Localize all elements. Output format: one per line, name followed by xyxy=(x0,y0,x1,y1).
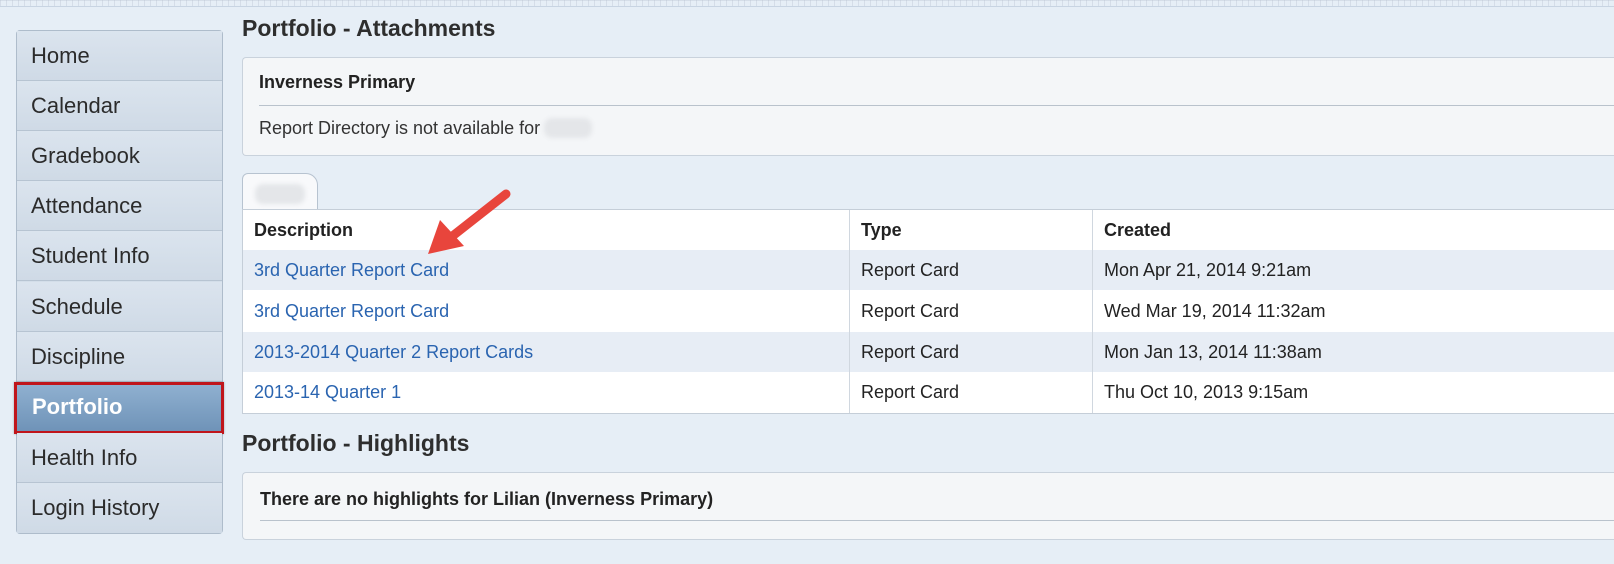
sidebar-nav: Home Calendar Gradebook Attendance Stude… xyxy=(14,30,224,534)
column-header-created: Created xyxy=(1104,220,1172,240)
table-row: 3rd Quarter Report Card Report Card Wed … xyxy=(243,291,1614,331)
attachment-link[interactable]: 2013-2014 Quarter 2 Report Cards xyxy=(254,332,848,372)
redacted-tab-label xyxy=(255,184,305,204)
attachment-created: Thu Oct 10, 2013 9:15am xyxy=(1104,382,1309,402)
attachment-created: Mon Jan 13, 2014 11:38am xyxy=(1104,342,1322,362)
sidebar-item-student-info[interactable]: Student Info xyxy=(17,231,222,281)
divider xyxy=(260,520,1614,521)
report-directory-note-text: Report Directory is not available for xyxy=(259,118,541,138)
sidebar-item-calendar[interactable]: Calendar xyxy=(17,81,222,131)
redacted-name xyxy=(544,118,593,138)
column-header-description: Description xyxy=(254,220,354,240)
table-row: 2013-2014 Quarter 2 Report Cards Report … xyxy=(243,332,1614,372)
attachment-type: Report Card xyxy=(861,301,960,321)
sidebar-item-schedule[interactable]: Schedule xyxy=(17,282,222,332)
attachment-link[interactable]: 2013-14 Quarter 1 xyxy=(254,372,848,412)
divider xyxy=(259,105,1614,106)
attachment-type: Report Card xyxy=(861,260,960,280)
attachment-type: Report Card xyxy=(861,382,960,402)
school-info-panel: Inverness Primary Report Directory is no… xyxy=(242,57,1614,156)
attachment-link[interactable]: 3rd Quarter Report Card xyxy=(254,250,848,290)
attachment-link[interactable]: 3rd Quarter Report Card xyxy=(254,291,848,331)
attachment-created: Mon Apr 21, 2014 9:21am xyxy=(1104,260,1312,280)
highlights-panel: There are no highlights for Lilian (Inve… xyxy=(242,472,1614,540)
report-directory-note: Report Directory is not available for xyxy=(259,118,593,139)
sidebar-item-health-info[interactable]: Health Info xyxy=(17,433,222,483)
sidebar-item-discipline[interactable]: Discipline xyxy=(17,332,222,382)
column-divider xyxy=(1092,210,1093,413)
highlights-title: Portfolio - Highlights xyxy=(242,430,470,456)
annotation-arrow-icon xyxy=(428,189,511,254)
sidebar-item-attendance[interactable]: Attendance xyxy=(17,181,222,231)
sidebar-item-portfolio[interactable]: Portfolio xyxy=(14,382,224,434)
tab-student[interactable] xyxy=(242,173,318,211)
table-row: 2013-14 Quarter 1 Report Card Thu Oct 10… xyxy=(243,372,1614,412)
sidebar-item-login-history[interactable]: Login History xyxy=(17,483,222,533)
column-header-type: Type xyxy=(861,220,902,240)
attachment-type: Report Card xyxy=(861,342,960,362)
sidebar-item-home[interactable]: Home xyxy=(17,31,222,81)
attachments-title: Portfolio - Attachments xyxy=(242,15,496,41)
no-highlights-message: There are no highlights for Lilian (Inve… xyxy=(260,489,714,509)
sidebar-item-gradebook[interactable]: Gradebook xyxy=(17,131,222,181)
attachment-created: Wed Mar 19, 2014 11:32am xyxy=(1104,301,1326,321)
column-divider xyxy=(849,210,850,413)
school-name: Inverness Primary xyxy=(259,72,416,92)
